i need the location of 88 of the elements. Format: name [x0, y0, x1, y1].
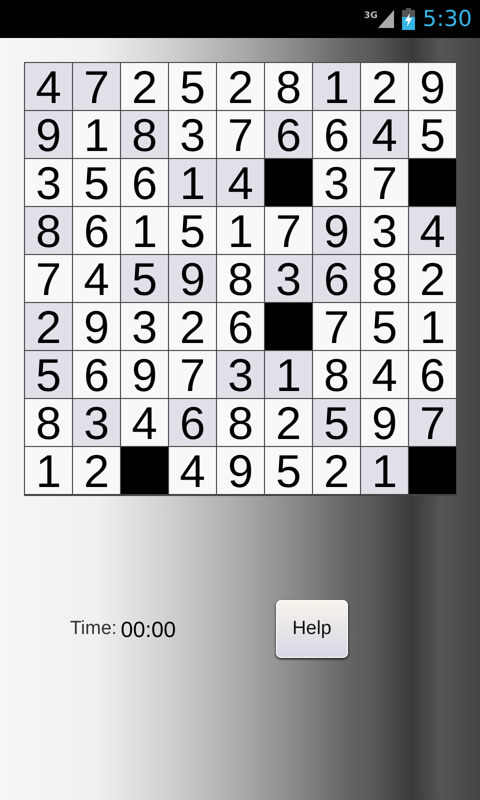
number-cell[interactable]: 1 [121, 207, 169, 255]
signal-icon [378, 10, 394, 28]
number-cell[interactable]: 5 [313, 399, 361, 447]
number-cell[interactable]: 2 [169, 303, 217, 351]
number-cell[interactable]: 2 [217, 63, 265, 111]
number-cell[interactable]: 3 [361, 207, 409, 255]
number-cell[interactable]: 6 [265, 111, 313, 159]
number-cell[interactable]: 2 [121, 63, 169, 111]
blacked-out-cell[interactable] [409, 159, 457, 207]
number-cell[interactable]: 1 [25, 447, 73, 495]
number-cell[interactable]: 7 [265, 207, 313, 255]
time-label: Time: [70, 616, 117, 641]
number-cell[interactable]: 3 [169, 111, 217, 159]
number-cell[interactable]: 9 [25, 111, 73, 159]
number-cell[interactable]: 3 [217, 351, 265, 399]
number-cell[interactable]: 9 [313, 207, 361, 255]
number-cell[interactable]: 6 [313, 255, 361, 303]
blacked-out-cell[interactable] [265, 303, 313, 351]
clock-time: 5:30 [422, 6, 472, 34]
number-cell[interactable]: 5 [121, 255, 169, 303]
number-cell[interactable]: 6 [121, 159, 169, 207]
number-cell[interactable]: 6 [169, 399, 217, 447]
number-cell[interactable]: 8 [217, 255, 265, 303]
number-cell[interactable]: 1 [361, 447, 409, 495]
number-cell[interactable]: 9 [361, 399, 409, 447]
number-cell[interactable]: 8 [265, 63, 313, 111]
number-cell[interactable]: 6 [217, 303, 265, 351]
number-cell[interactable]: 3 [313, 159, 361, 207]
number-cell[interactable]: 2 [73, 447, 121, 495]
number-cell[interactable]: 8 [313, 351, 361, 399]
number-cell[interactable]: 3 [265, 255, 313, 303]
number-cell[interactable]: 6 [409, 351, 457, 399]
number-cell[interactable]: 4 [121, 399, 169, 447]
number-cell[interactable]: 7 [313, 303, 361, 351]
number-cell[interactable]: 4 [169, 447, 217, 495]
number-cell[interactable]: 7 [73, 63, 121, 111]
number-cell[interactable]: 5 [265, 447, 313, 495]
number-cell[interactable]: 8 [121, 111, 169, 159]
number-cell[interactable]: 4 [25, 63, 73, 111]
number-cell[interactable]: 2 [409, 255, 457, 303]
number-cell[interactable]: 6 [313, 111, 361, 159]
number-cell[interactable]: 7 [361, 159, 409, 207]
number-cell[interactable]: 1 [217, 207, 265, 255]
number-cell[interactable]: 5 [361, 303, 409, 351]
number-cell[interactable]: 3 [25, 159, 73, 207]
number-cell[interactable]: 6 [73, 351, 121, 399]
battery-icon [402, 8, 415, 30]
network-type: 3G [364, 10, 378, 23]
blacked-out-cell[interactable] [121, 447, 169, 495]
number-cell[interactable]: 5 [25, 351, 73, 399]
number-cell[interactable]: 1 [409, 303, 457, 351]
number-cell[interactable]: 4 [409, 207, 457, 255]
help-button[interactable]: Help [276, 600, 348, 658]
number-cell[interactable]: 1 [313, 63, 361, 111]
number-cell[interactable]: 5 [73, 159, 121, 207]
number-cell[interactable]: 1 [169, 159, 217, 207]
number-cell[interactable]: 9 [169, 255, 217, 303]
number-cell[interactable]: 1 [73, 111, 121, 159]
number-cell[interactable]: 1 [265, 351, 313, 399]
number-cell[interactable]: 2 [361, 63, 409, 111]
number-cell[interactable]: 7 [169, 351, 217, 399]
number-cell[interactable]: 7 [409, 399, 457, 447]
number-cell[interactable]: 9 [73, 303, 121, 351]
number-cell[interactable]: 4 [361, 351, 409, 399]
number-cell[interactable]: 2 [313, 447, 361, 495]
number-cell[interactable]: 5 [169, 207, 217, 255]
number-cell[interactable]: 7 [25, 255, 73, 303]
number-cell[interactable]: 7 [217, 111, 265, 159]
number-cell[interactable]: 4 [361, 111, 409, 159]
number-cell[interactable]: 5 [409, 111, 457, 159]
number-cell[interactable]: 3 [121, 303, 169, 351]
time-value: 00:00 [120, 616, 176, 644]
number-cell[interactable]: 8 [217, 399, 265, 447]
number-cell[interactable]: 5 [169, 63, 217, 111]
number-cell[interactable]: 9 [409, 63, 457, 111]
number-cell[interactable]: 4 [73, 255, 121, 303]
number-cell[interactable]: 3 [73, 399, 121, 447]
number-cell[interactable]: 8 [361, 255, 409, 303]
number-cell[interactable]: 4 [217, 159, 265, 207]
blacked-out-cell[interactable] [265, 159, 313, 207]
number-cell[interactable]: 2 [265, 399, 313, 447]
blacked-out-cell[interactable] [409, 447, 457, 495]
number-cell[interactable]: 9 [217, 447, 265, 495]
number-cell[interactable]: 8 [25, 207, 73, 255]
number-cell[interactable]: 2 [25, 303, 73, 351]
number-cell[interactable]: 8 [25, 399, 73, 447]
number-cell[interactable]: 9 [121, 351, 169, 399]
number-cell[interactable]: 6 [73, 207, 121, 255]
